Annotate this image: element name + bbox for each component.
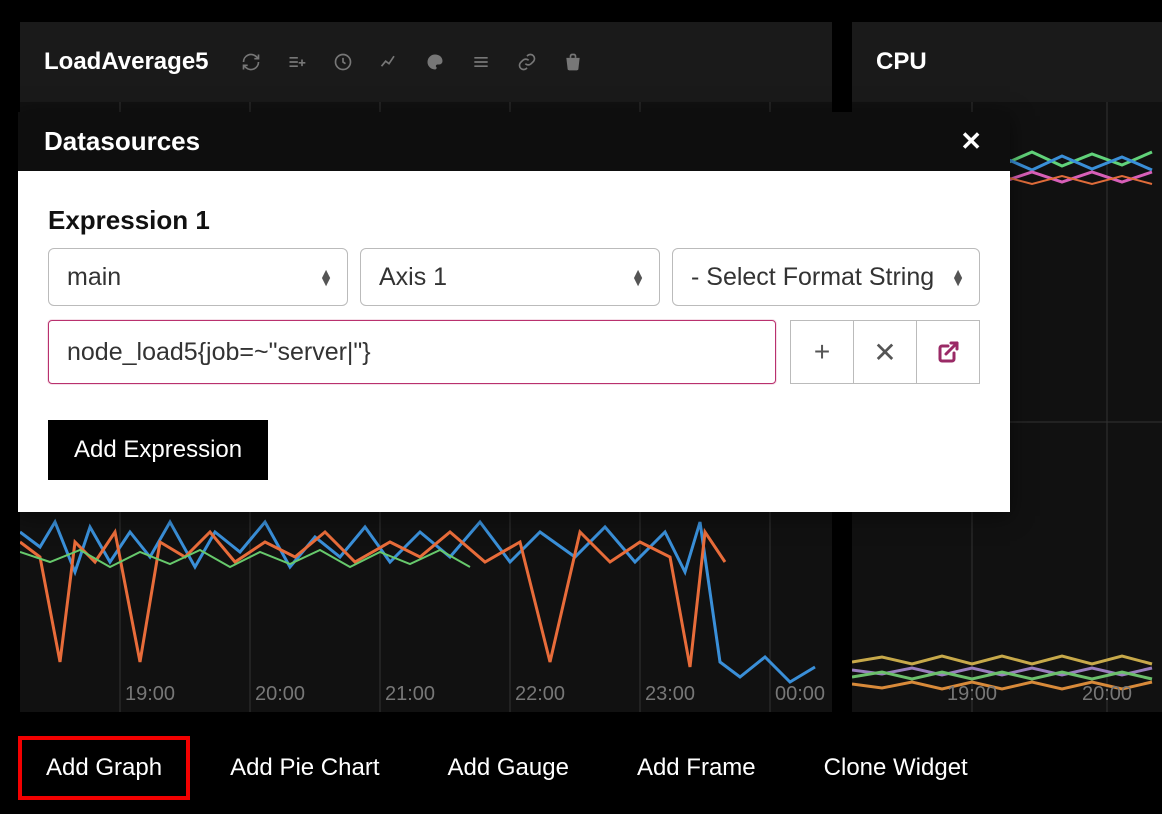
xtick: 23:00	[645, 683, 695, 706]
datasources-icon[interactable]	[285, 50, 309, 74]
panel-header: LoadAverage5	[20, 22, 832, 102]
palette-icon[interactable]	[423, 50, 447, 74]
datasources-modal: Datasources ✕ Expression 1 main ▲▼ Axis …	[18, 112, 1010, 512]
selects-row: main ▲▼ Axis 1 ▲▼ - Select Format String…	[48, 248, 980, 306]
select-format[interactable]: - Select Format String ▲▼	[672, 248, 980, 306]
modal-body: Expression 1 main ▲▼ Axis 1 ▲▼ - Select …	[18, 171, 1010, 512]
add-gauge-button[interactable]: Add Gauge	[422, 738, 595, 798]
xtick: 22:00	[515, 683, 565, 706]
trend-icon[interactable]	[377, 50, 401, 74]
xtick: 19:00	[125, 683, 175, 706]
remove-button[interactable]: ✕	[853, 320, 917, 384]
sort-arrows-icon: ▲▼	[631, 269, 645, 285]
link-icon[interactable]	[515, 50, 539, 74]
select-datasource[interactable]: main ▲▼	[48, 248, 348, 306]
action-bar: Add Graph Add Pie Chart Add Gauge Add Fr…	[20, 738, 994, 798]
modal-header: Datasources ✕	[18, 112, 1010, 171]
add-pie-button[interactable]: Add Pie Chart	[204, 738, 405, 798]
menu-icon[interactable]	[469, 50, 493, 74]
clock-icon[interactable]	[331, 50, 355, 74]
add-button[interactable]: +	[790, 320, 854, 384]
clone-widget-button[interactable]: Clone Widget	[798, 738, 994, 798]
xtick: 20:00	[255, 683, 305, 706]
select-value: Axis 1	[379, 263, 447, 292]
select-value: main	[67, 263, 121, 292]
xtick: 19:00	[947, 683, 997, 706]
select-axis[interactable]: Axis 1 ▲▼	[360, 248, 660, 306]
modal-title: Datasources	[44, 126, 200, 157]
panel-toolbar	[239, 50, 585, 74]
panel-header: CPU	[852, 22, 1162, 102]
external-link-icon[interactable]	[916, 320, 980, 384]
expression-row: + ✕	[48, 320, 980, 384]
select-value: - Select Format String	[691, 263, 934, 292]
xtick: 21:00	[385, 683, 435, 706]
xtick: 00:00	[775, 683, 825, 706]
expression-input[interactable]	[48, 320, 776, 384]
add-expression-button[interactable]: Add Expression	[48, 420, 268, 480]
panel-title: LoadAverage5	[44, 48, 209, 76]
close-icon[interactable]: ✕	[960, 126, 982, 157]
panel-title: CPU	[876, 48, 927, 76]
sort-arrows-icon: ▲▼	[319, 269, 333, 285]
trash-icon[interactable]	[561, 50, 585, 74]
sort-arrows-icon: ▲▼	[951, 269, 965, 285]
xtick: 20:00	[1082, 683, 1132, 706]
add-frame-button[interactable]: Add Frame	[611, 738, 782, 798]
expression-label: Expression 1	[48, 205, 980, 236]
refresh-icon[interactable]	[239, 50, 263, 74]
add-graph-button[interactable]: Add Graph	[20, 738, 188, 798]
